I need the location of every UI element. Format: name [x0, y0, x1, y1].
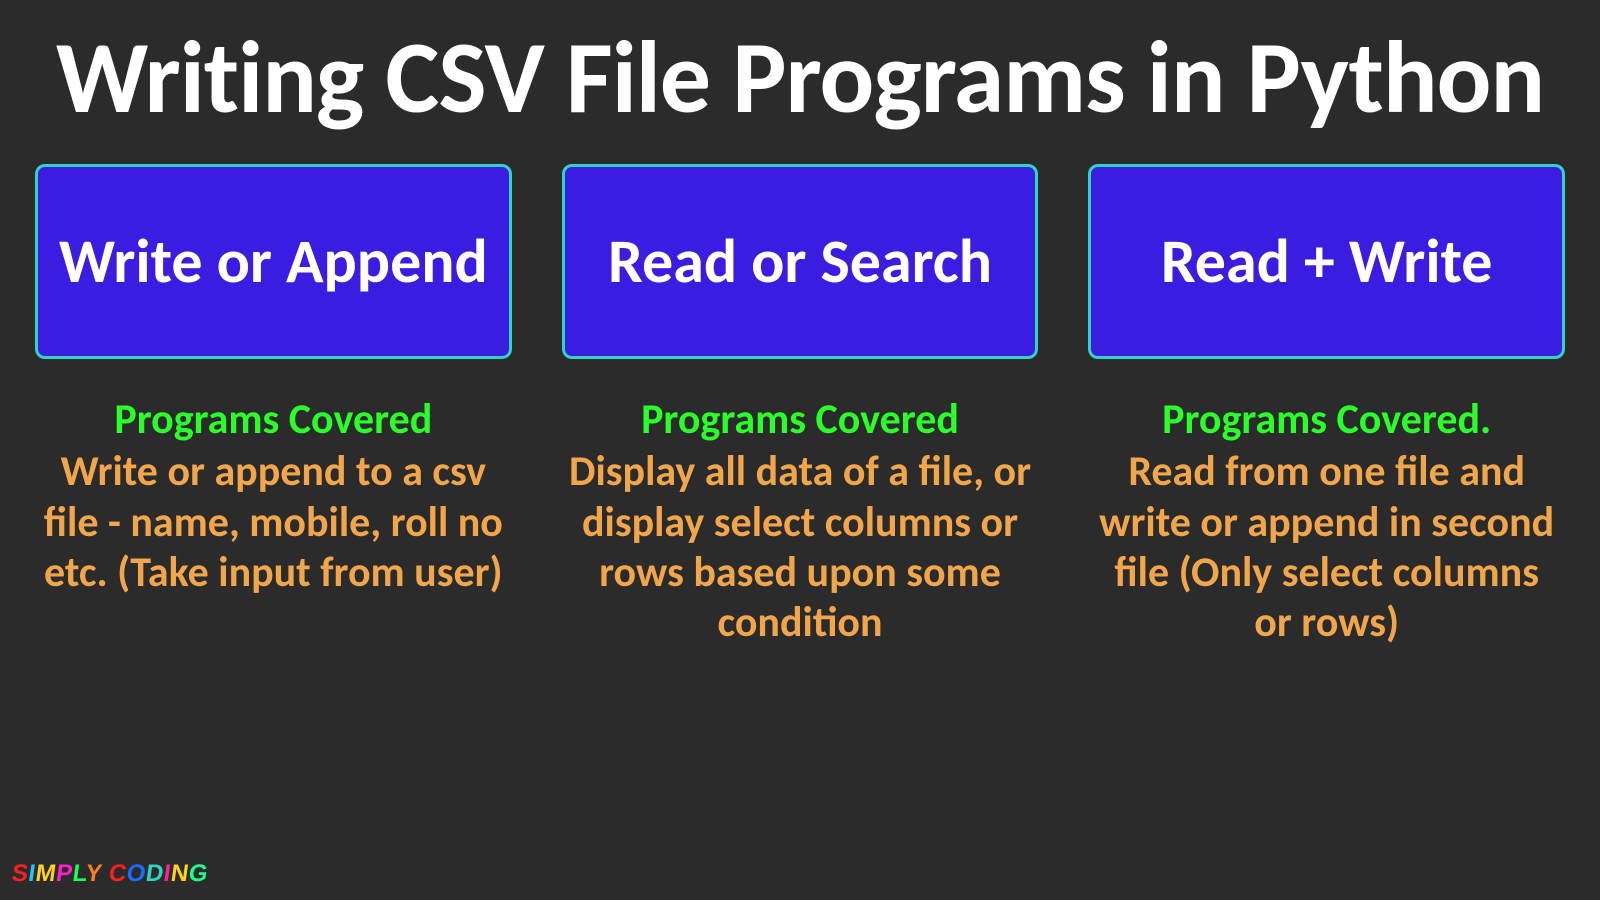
programs-heading-2: Programs Covered — [641, 394, 959, 445]
description-3: Read from one file and write or append i… — [1088, 447, 1565, 649]
programs-heading-3: Programs Covered. — [1162, 394, 1491, 445]
brand-logo: SIMPLY CODING — [10, 860, 210, 888]
description-1: Write or append to a csv file - name, mo… — [35, 447, 512, 598]
slide-title: Writing CSV File Programs in Python — [0, 0, 1600, 134]
columns-container: Write or Append Programs Covered Write o… — [0, 134, 1600, 649]
card-write-append: Write or Append — [35, 164, 512, 359]
column-read-search: Read or Search Programs Covered Display … — [562, 164, 1039, 649]
card-read-write: Read + Write — [1088, 164, 1565, 359]
programs-heading-1: Programs Covered — [114, 394, 432, 445]
description-2: Display all data of a file, or display s… — [562, 447, 1039, 649]
column-write-append: Write or Append Programs Covered Write o… — [35, 164, 512, 649]
column-read-write: Read + Write Programs Covered. Read from… — [1088, 164, 1565, 649]
card-read-search: Read or Search — [562, 164, 1039, 359]
